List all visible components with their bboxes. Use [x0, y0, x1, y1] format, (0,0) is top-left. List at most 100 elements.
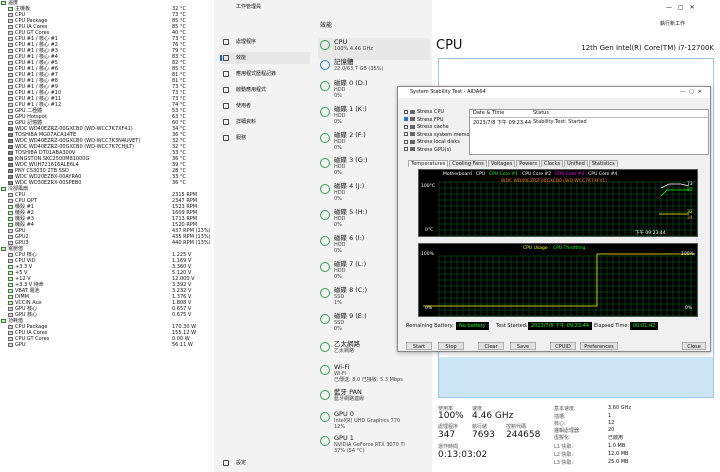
l1-label: L1 快取:	[554, 444, 574, 450]
aida-button[interactable]: Close	[682, 342, 706, 350]
stress-checkbox[interactable]: Stress CPU	[404, 109, 444, 115]
stress-checkbox[interactable]: Stress system memory	[404, 132, 475, 138]
perf-item[interactable]: CPU 100% 4.46 GHz	[318, 38, 430, 60]
mini-graph-icon	[320, 365, 330, 375]
mini-graph-icon	[320, 210, 330, 220]
virt-value: 已啟用	[608, 435, 624, 441]
nav-item-label: 效能	[236, 55, 247, 61]
aida-button[interactable]: CPUID	[550, 342, 576, 350]
perf-item[interactable]: GPU 0 Intel(R) UHD Graphics 770 12%	[318, 410, 430, 432]
sensor-icon	[8, 37, 13, 41]
stress-checkbox[interactable]: Stress GPU(s)	[404, 147, 451, 153]
aida-button[interactable]: Clear	[478, 342, 504, 350]
cpu-usage-aida-graph: CPU Usage CPU Throttling 100% 0% 100% 0%	[418, 243, 698, 317]
checkbox-icon	[404, 147, 408, 151]
perf-item[interactable]: GPU 1 NVIDIA GeForce RTX 3070 Ti 37% (54 °…	[318, 434, 430, 456]
checkbox-icon	[404, 117, 408, 121]
perf-item-sub2: 0%	[334, 196, 342, 202]
aida-tab[interactable]: Powers	[516, 160, 540, 167]
l1-value: 1.0 MB	[608, 443, 626, 449]
stress-checkbox[interactable]: Stress local disks	[404, 139, 460, 145]
aida-title: System Stability Test - AIDA64	[410, 89, 486, 95]
mini-graph-icon	[320, 342, 330, 352]
temp-time-tick: 下午 09:23:44	[635, 231, 666, 236]
perf-item-sub2: 0%	[334, 326, 342, 332]
sensor-icon	[8, 79, 13, 83]
temp-readout-1: 73	[687, 182, 693, 187]
nav-item[interactable]: 效能	[220, 52, 310, 64]
sensor-icon	[8, 181, 13, 185]
uptime-value: 0:13:03:02	[438, 450, 488, 460]
perf-item-title: 磁碟 3 (G:)	[334, 156, 368, 164]
nav-settings[interactable]: 設定	[220, 457, 310, 469]
l2-label: L2 快取:	[554, 452, 574, 458]
sensor-icon	[8, 325, 13, 329]
sensor-icon	[8, 253, 13, 257]
mini-graph-icon	[320, 262, 330, 272]
sensor-tree[interactable]: 溫度 主機板 32 °C CPU 73 °C CPU Package 85 °C CPU IA…	[0, 0, 214, 472]
aida-button[interactable]: Save	[510, 342, 536, 350]
aida-tab[interactable]: Unified	[564, 160, 588, 167]
nav-item[interactable]: 服務	[220, 132, 310, 144]
usage-bot-tick: 0%	[425, 306, 433, 311]
sensor-row[interactable]: GPU 56.11 W	[0, 342, 214, 348]
base-label: 基本速度:	[554, 406, 576, 412]
perf-item[interactable]: 記憶體 22.0/63.7 GB (35%)	[318, 58, 430, 80]
elapsed-label: Elapsed Time:	[594, 323, 630, 329]
sensor-icon	[8, 139, 13, 143]
nav-item[interactable]: 啟動應用程式	[220, 84, 310, 96]
sensor-icon	[8, 109, 13, 113]
stress-checkbox[interactable]: Stress FPU	[404, 117, 444, 123]
mini-graph-icon	[320, 40, 330, 50]
aida-tab[interactable]: Cooling Fans	[449, 160, 487, 167]
nav-item[interactable]: 詳細資料	[220, 116, 310, 128]
started-value: 2023/7/8 下午 09:23:44	[528, 322, 593, 330]
sensor-icon	[8, 271, 13, 275]
cpu-model: 12th Gen Intel(R) Core(TM) i7-12700K	[581, 44, 714, 52]
component-icon	[410, 132, 415, 136]
perf-item-sub: 22.0/63.7 GB (35%)	[334, 66, 384, 72]
sensor-icon	[8, 235, 13, 239]
perf-item-sub2: 0%	[334, 248, 342, 254]
sensor-icon	[8, 259, 13, 263]
perf-item-sub2: 0%	[334, 170, 342, 176]
temperature-legend: Motherboard CPU CPU Core #1 CPU Core #2 CPU …	[443, 172, 621, 177]
perf-item[interactable]: Wi-Fi Wi-Fi 已傳送: 8.0 已接收: 5.3 Mbps	[318, 363, 430, 385]
nav-item[interactable]: 使用者	[220, 100, 310, 112]
nav-item[interactable]: 應用程式歷程記錄	[220, 68, 310, 80]
lp-value: 20	[608, 427, 615, 433]
nav-item[interactable]: 處理程序	[220, 36, 310, 48]
nav-item-label: 處理程序	[236, 39, 257, 45]
aida-tab[interactable]: Temperatures	[408, 160, 449, 167]
aida-button[interactable]: Start	[406, 342, 432, 350]
sensor-icon	[8, 217, 13, 221]
component-icon	[410, 124, 415, 129]
sensor-icon	[8, 7, 13, 11]
aida-button[interactable]: Stop	[438, 342, 464, 350]
stress-checkbox[interactable]: Stress cache	[404, 124, 449, 130]
mini-graph-icon	[320, 436, 330, 446]
window-controls[interactable]: —▢✕	[666, 4, 701, 11]
sensor-icon	[8, 265, 13, 269]
perf-item-sub2: 已傳送: 8.0 已接收: 5.3 Mbps	[334, 377, 403, 383]
new-task-button[interactable]: 執行新工作	[660, 20, 685, 27]
aida-tab[interactable]: Statistics	[588, 160, 618, 167]
perf-item-sub2: 1%	[334, 300, 342, 306]
aida-tab[interactable]: Voltages	[487, 160, 516, 167]
cpu-heading: CPU	[436, 38, 463, 53]
services-icon	[223, 135, 229, 141]
usage-top-tick: 100%	[421, 252, 434, 257]
aida-button[interactable]: Preferences	[580, 342, 618, 350]
history-icon	[223, 71, 229, 77]
cores-value: 12	[608, 420, 615, 426]
handle-label: 控制代碼	[506, 424, 527, 430]
legend-entry: CPU Core #4	[588, 172, 618, 177]
log-col-status: Status	[533, 110, 549, 116]
perf-item[interactable]: 藍牙 PAN 藍牙網路連線	[318, 388, 430, 410]
aida-window-controls[interactable]: —▢✕	[680, 87, 706, 98]
sensor-icon	[1, 187, 6, 191]
aida-tab[interactable]: Clocks	[540, 160, 564, 167]
perf-item-title: GPU 1	[334, 434, 354, 442]
checkbox-icon	[404, 132, 408, 136]
sensor-icon	[8, 67, 13, 71]
